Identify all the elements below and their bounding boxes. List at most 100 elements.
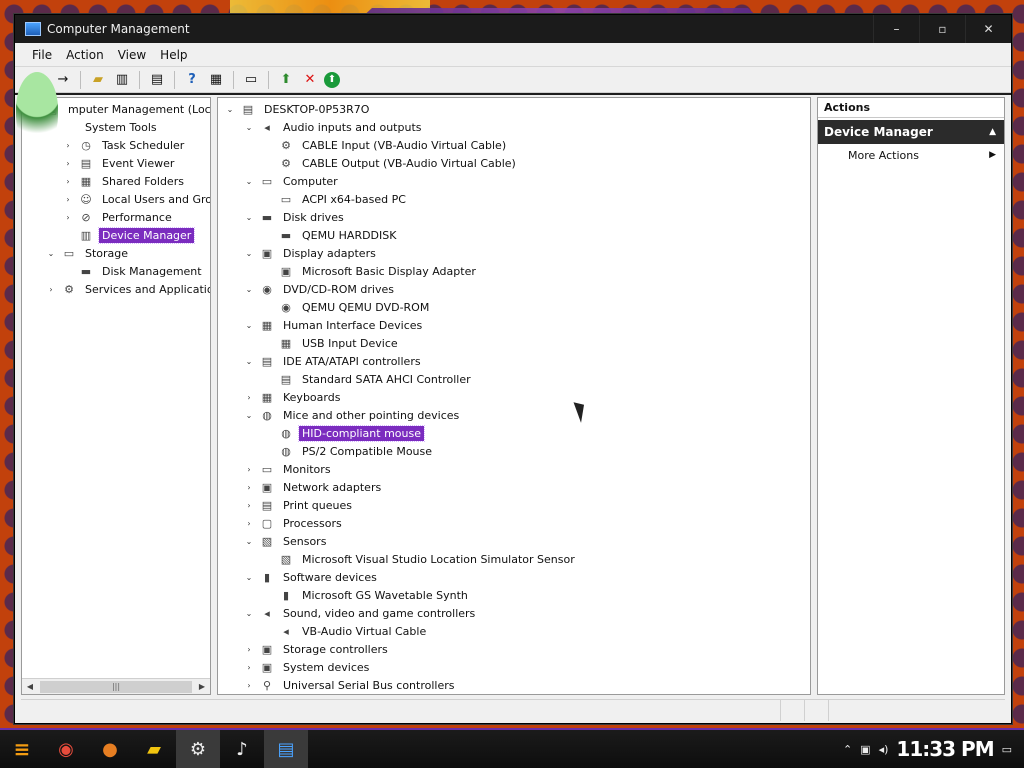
scroll-thumb[interactable]: |||: [40, 680, 192, 693]
collapse-arrow-icon[interactable]: ⌄: [243, 121, 255, 133]
up-folder-icon[interactable]: ▰: [88, 70, 108, 90]
collapse-arrow-icon[interactable]: ⌄: [243, 283, 255, 295]
show-hide-action-pane-icon[interactable]: ▦: [206, 70, 226, 90]
update-driver-icon[interactable]: ⬆: [276, 70, 296, 90]
device-tree-item[interactable]: ⌄ ▤ IDE ATA/ATAPI controllers: [243, 352, 424, 370]
device-tree-item[interactable]: ▮ Microsoft GS Wavetable Synth: [262, 586, 471, 604]
expand-arrow-icon[interactable]: ›: [243, 643, 255, 655]
console-tree-item[interactable]: ⌄ ▭ Storage: [45, 244, 131, 262]
device-tree-item[interactable]: ⌄ ▬ Disk drives: [243, 208, 347, 226]
notifications-icon[interactable]: ▭: [1002, 743, 1012, 756]
device-tree-item[interactable]: › ▢ Processors: [243, 514, 345, 532]
device-tree-item[interactable]: ▤ Standard SATA AHCI Controller: [262, 370, 474, 388]
device-tree-item[interactable]: ▦ USB Input Device: [262, 334, 401, 352]
scan-hardware-icon[interactable]: ▭: [241, 70, 261, 90]
scroll-right-icon[interactable]: ▶: [194, 680, 210, 694]
collapse-arrow-icon[interactable]: ⌄: [243, 355, 255, 367]
expand-arrow-icon[interactable]: ›: [45, 283, 57, 295]
expand-arrow-icon[interactable]: ›: [62, 175, 74, 187]
collapse-arrow-icon[interactable]: ⌄: [243, 319, 255, 331]
enable-device-icon[interactable]: ⬆: [324, 71, 340, 88]
device-tree-item[interactable]: › ▣ Storage controllers: [243, 640, 391, 658]
collapse-arrow-icon[interactable]: ⌄: [243, 409, 255, 421]
console-tree-item[interactable]: ▥ Device Manager: [62, 226, 196, 244]
menu-view[interactable]: View: [111, 48, 153, 62]
chrome-icon[interactable]: ◉: [44, 730, 88, 768]
app-icon[interactable]: ♪: [220, 730, 264, 768]
expand-arrow-icon[interactable]: ›: [62, 139, 74, 151]
device-tree-item[interactable]: ⌄ ▣ Display adapters: [243, 244, 379, 262]
settings-icon[interactable]: ⚙: [176, 730, 220, 768]
maximize-button[interactable]: ▫: [919, 15, 965, 43]
uninstall-device-icon[interactable]: ✕: [300, 70, 320, 90]
device-tree-item[interactable]: ⌄ ▧ Sensors: [243, 532, 329, 550]
console-tree-item[interactable]: System Tools: [45, 118, 160, 136]
device-tree-item[interactable]: ⌄ ◍ Mice and other pointing devices: [243, 406, 462, 424]
expand-arrow-icon[interactable]: ›: [243, 661, 255, 673]
collapse-up-icon[interactable]: ▲: [989, 127, 996, 137]
console-tree-item[interactable]: › ⊘ Performance: [62, 208, 175, 226]
console-tree[interactable]: ▣mputer Management (Local)System Tools›◷…: [21, 97, 211, 695]
forward-icon[interactable]: →: [53, 70, 73, 90]
device-tree-item[interactable]: ◍ HID-compliant mouse: [262, 424, 425, 442]
collapse-arrow-icon[interactable]: ⌄: [243, 607, 255, 619]
scroll-left-icon[interactable]: ◀: [22, 680, 38, 694]
device-tree-item[interactable]: ▣ Microsoft Basic Display Adapter: [262, 262, 479, 280]
horizontal-scrollbar[interactable]: ◀ ||| ▶: [22, 678, 210, 694]
menu-file[interactable]: File: [25, 48, 59, 62]
device-tree-item[interactable]: ▬ QEMU HARDDISK: [262, 226, 399, 244]
close-button[interactable]: ✕: [965, 15, 1011, 43]
expand-arrow-icon[interactable]: ›: [243, 679, 255, 691]
device-tree-item[interactable]: ⌄ ◉ DVD/CD-ROM drives: [243, 280, 397, 298]
console-tree-item[interactable]: › ▤ Event Viewer: [62, 154, 177, 172]
console-tree-item[interactable]: ▬ Disk Management: [62, 262, 205, 280]
device-tree-item[interactable]: ⌄ ▮ Software devices: [243, 568, 380, 586]
collapse-arrow-icon[interactable]: ⌄: [243, 211, 255, 223]
device-tree-item[interactable]: ◂ VB-Audio Virtual Cable: [262, 622, 429, 640]
collapse-arrow-icon[interactable]: ⌄: [45, 247, 57, 259]
console-tree-item[interactable]: › ◷ Task Scheduler: [62, 136, 187, 154]
expand-arrow-icon[interactable]: ›: [62, 157, 74, 169]
console-tree-item[interactable]: › ☺ Local Users and Groups: [62, 190, 210, 208]
volume-icon[interactable]: ◂): [879, 743, 889, 756]
file-explorer-icon[interactable]: ▰: [132, 730, 176, 768]
console-tree-item[interactable]: › ⚙ Services and Applications: [45, 280, 210, 298]
expand-arrow-icon[interactable]: ›: [243, 463, 255, 475]
device-tree-item[interactable]: ⚙ CABLE Output (VB-Audio Virtual Cable): [262, 154, 519, 172]
device-tree-item[interactable]: ▧ Microsoft Visual Studio Location Simula…: [262, 550, 578, 568]
device-tree-item[interactable]: › ⚲ Universal Serial Bus controllers: [243, 676, 457, 694]
menu-action[interactable]: Action: [59, 48, 111, 62]
device-tree-item[interactable]: ⚙ CABLE Input (VB-Audio Virtual Cable): [262, 136, 509, 154]
device-tree-item[interactable]: ⌄ ▦ Human Interface Devices: [243, 316, 425, 334]
properties-icon[interactable]: ▤: [147, 70, 167, 90]
expand-arrow-icon[interactable]: ›: [243, 481, 255, 493]
title-bar[interactable]: Computer Management – ▫ ✕: [15, 15, 1011, 43]
help-icon[interactable]: ?: [182, 70, 202, 90]
device-tree-item[interactable]: › ▦ Keyboards: [243, 388, 343, 406]
expand-arrow-icon[interactable]: ›: [243, 517, 255, 529]
expand-arrow-icon[interactable]: ›: [243, 391, 255, 403]
clock[interactable]: 11:33 PM: [896, 737, 994, 761]
menu-help[interactable]: Help: [153, 48, 194, 62]
minimize-button[interactable]: –: [873, 15, 919, 43]
collapse-arrow-icon[interactable]: ⌄: [243, 247, 255, 259]
device-tree-item[interactable]: › ▣ System devices: [243, 658, 372, 676]
device-tree[interactable]: ⌄ ▤ DESKTOP-0P53R7O ⌄ ◂ Audio inputs and outp…: [217, 97, 811, 695]
more-actions-item[interactable]: More Actions ▶: [818, 144, 1004, 166]
device-tree-item[interactable]: › ▣ Network adapters: [243, 478, 384, 496]
expand-arrow-icon[interactable]: ›: [62, 193, 74, 205]
device-tree-item[interactable]: ▭ ACPI x64-based PC: [262, 190, 409, 208]
device-tree-item[interactable]: ⌄ ◂ Sound, video and game controllers: [243, 604, 478, 622]
console-tree-item[interactable]: › ▦ Shared Folders: [62, 172, 187, 190]
collapse-arrow-icon[interactable]: ⌄: [243, 571, 255, 583]
device-tree-item[interactable]: › ▤ Print queues: [243, 496, 355, 514]
firefox-icon[interactable]: ●: [88, 730, 132, 768]
device-tree-item[interactable]: ⌄ ◂ Audio inputs and outputs: [243, 118, 425, 136]
start-button[interactable]: ≡: [0, 730, 44, 768]
actions-section-device-manager[interactable]: Device Manager ▲: [818, 120, 1004, 144]
collapse-arrow-icon[interactable]: ⌄: [243, 175, 255, 187]
expand-arrow-icon[interactable]: ›: [62, 211, 74, 223]
collapse-arrow-icon[interactable]: ⌄: [243, 535, 255, 547]
chevron-up-icon[interactable]: ⌃: [843, 743, 852, 756]
expand-arrow-icon[interactable]: ›: [243, 499, 255, 511]
